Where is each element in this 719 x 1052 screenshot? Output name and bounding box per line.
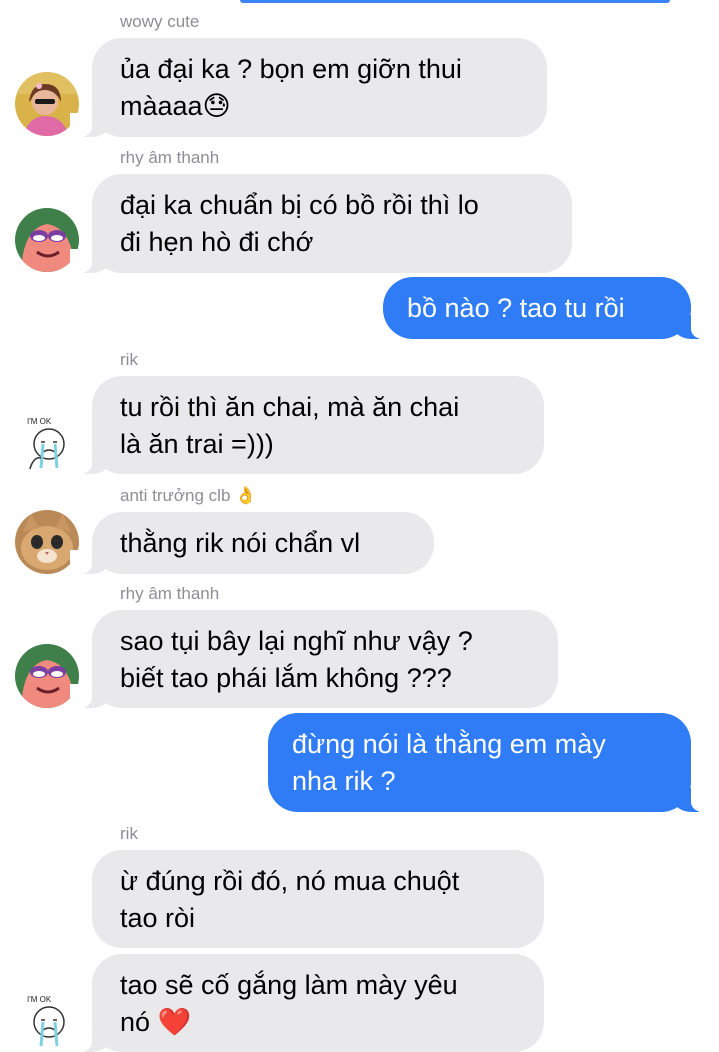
message-text: ừ đúng rồi đó, nó mua chuột tao ròi xyxy=(120,866,460,933)
message-text: tu rồi thì ăn chai, mà ăn chai là ăn tra… xyxy=(120,392,460,459)
message-bubble[interactable]: đừng nói là thằng em mày nha rik ? xyxy=(268,713,713,812)
message-text: thằng rik nói chẩn vl xyxy=(120,528,361,558)
message-bubble[interactable]: tu rồi thì ăn chai, mà ăn chai là ăn tra… xyxy=(70,376,544,474)
message-bubble[interactable]: sao tụi bây lại nghĩ như vậy ? biết tao … xyxy=(70,610,558,708)
sender-name: rik xyxy=(120,824,138,843)
sender-name: rik xyxy=(120,350,138,369)
svg-text:I'M OK: I'M OK xyxy=(27,417,52,426)
message-bubble[interactable]: ủa đại ka ? bọn em giỡn thui màaaa😓 xyxy=(70,38,547,137)
message-text: bồ nào ? tao tu rồi xyxy=(407,293,625,323)
message-bubble[interactable]: ừ đúng rồi đó, nó mua chuột tao ròi xyxy=(92,850,544,948)
message-bubble[interactable]: tao sẽ cố gắng làm mày yêu nó ❤️ xyxy=(70,954,544,1052)
message-bubble[interactable]: thằng rik nói chẩn vl xyxy=(70,512,434,574)
message-text: đừng nói là thằng em mày nha rik ? xyxy=(292,729,606,796)
sender-name: rhy âm thanh xyxy=(120,584,220,603)
top-scroll-bar xyxy=(240,0,670,3)
message-text: ủa đại ka ? bọn em giỡn thui màaaa😓 xyxy=(120,54,462,121)
message-text: đại ka chuẩn bị có bồ rồi thì lo đi hẹn … xyxy=(120,190,479,257)
message-bubble[interactable]: đại ka chuẩn bị có bồ rồi thì lo đi hẹn … xyxy=(70,174,572,273)
sender-name: anti trưởng clb 👌 xyxy=(120,486,257,505)
message-bubble[interactable]: bồ nào ? tao tu rồi xyxy=(383,277,713,339)
message-text: tao sẽ cố gắng làm mày yêu nó ❤️ xyxy=(120,970,458,1037)
svg-text:I'M OK: I'M OK xyxy=(27,995,52,1004)
sender-name: rhy âm thanh xyxy=(120,148,220,167)
message-text: sao tụi bây lại nghĩ như vậy ? biết tao … xyxy=(120,626,473,693)
sender-name: wowy cute xyxy=(120,12,200,31)
